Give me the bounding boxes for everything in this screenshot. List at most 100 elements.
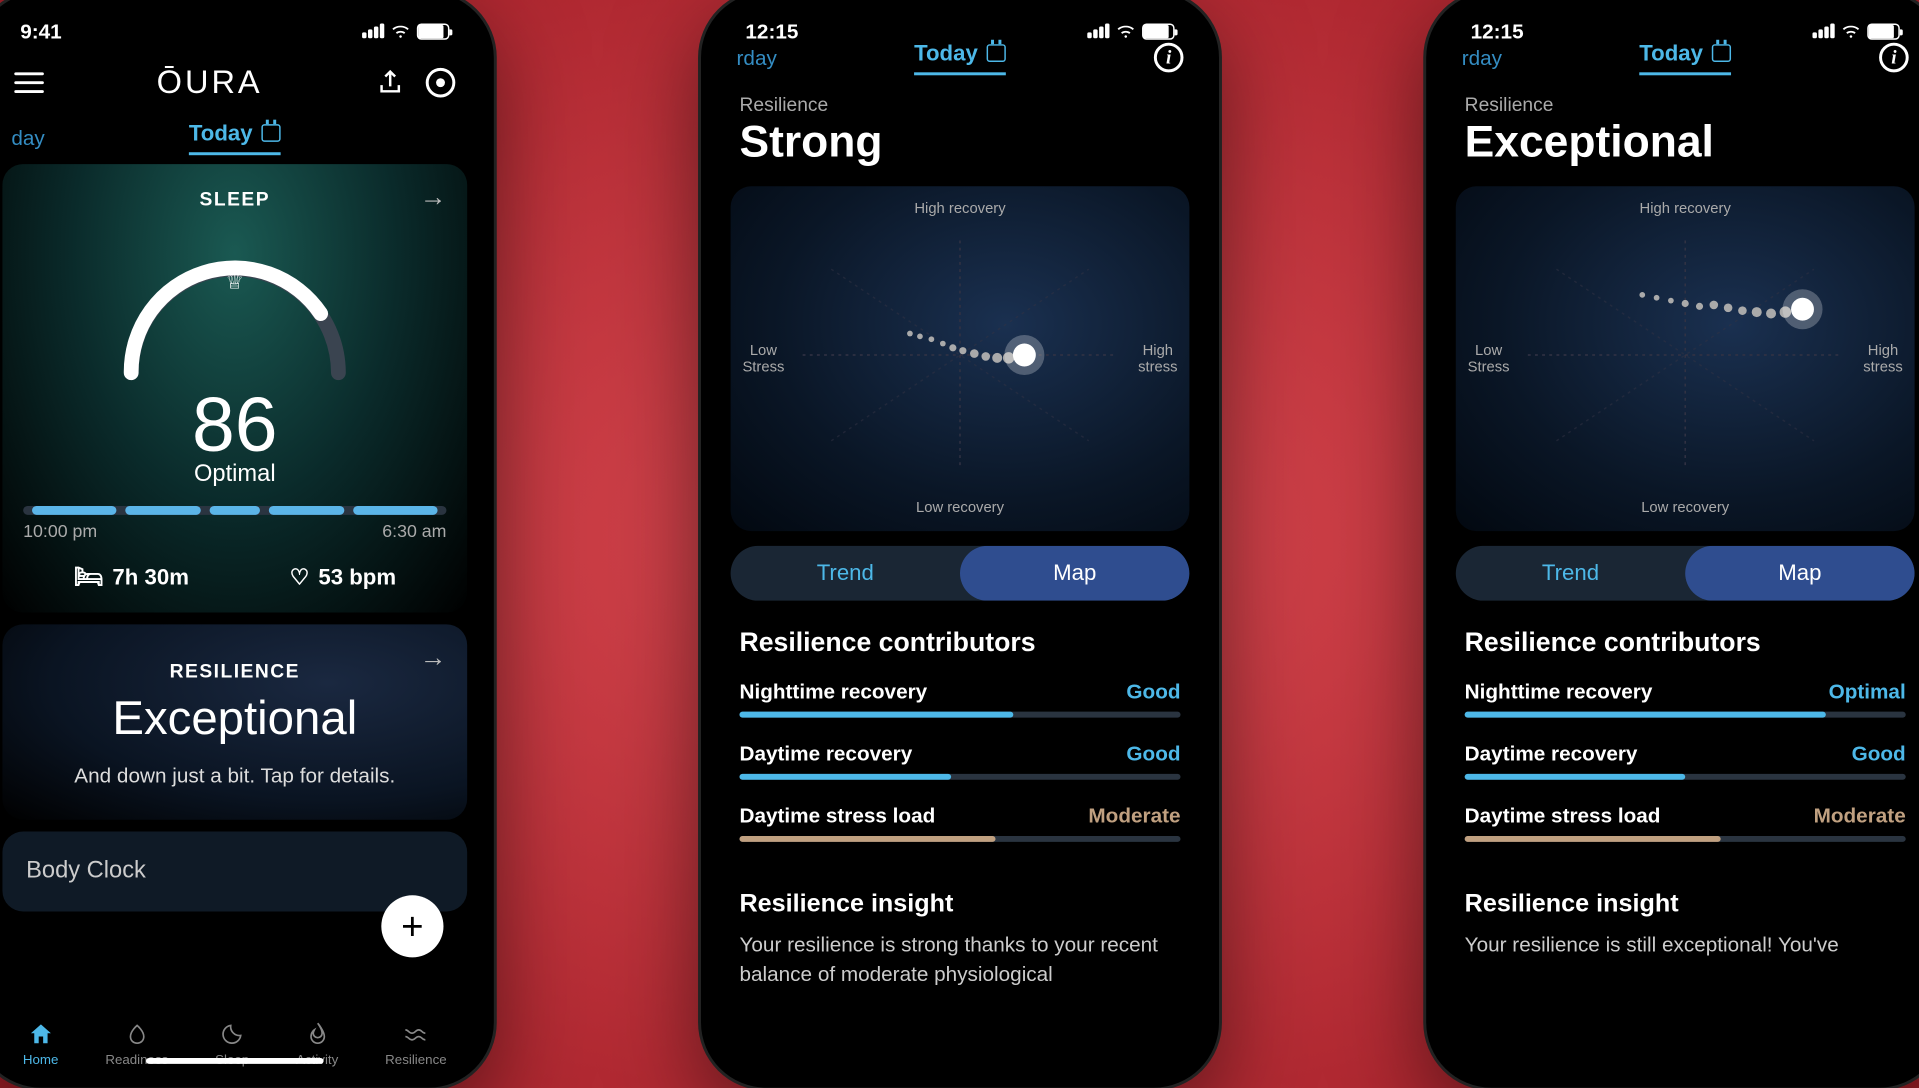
resilience-subtitle: And down just a bit. Tap for details. xyxy=(23,763,446,787)
resilience-label: Resilience xyxy=(739,93,1180,115)
map-chart xyxy=(745,207,1174,503)
calendar-icon xyxy=(1711,44,1730,62)
today-label: Today xyxy=(188,120,252,145)
contributor-row[interactable]: Nighttime recoveryGood xyxy=(739,679,1180,717)
chevron-right-icon: → xyxy=(419,642,446,673)
day-nav: rday Today i xyxy=(715,49,1203,73)
crown-icon: ♕ xyxy=(225,269,244,294)
home-indicator[interactable] xyxy=(145,1058,323,1064)
resilience-value: Exceptional xyxy=(1464,118,1905,168)
wifi-icon xyxy=(1115,21,1136,42)
today-label: Today xyxy=(1639,40,1703,65)
sleep-arc-chart xyxy=(101,225,367,388)
resilience-value: Strong xyxy=(739,118,1180,168)
contributor-row[interactable]: Daytime recoveryGood xyxy=(739,741,1180,779)
heart-icon: ♡ xyxy=(289,564,309,591)
contributor-row[interactable]: Daytime recoveryGood xyxy=(1464,741,1905,779)
brand-logo: ŌURA xyxy=(156,63,262,101)
moon-icon xyxy=(217,1021,247,1048)
map-label-top: High recovery xyxy=(914,201,1005,217)
bed-icon: 🛏 xyxy=(73,562,103,592)
battery-icon xyxy=(1142,23,1175,39)
phone-3: 12:15 rday Today i Resilience Exceptiona… xyxy=(1426,0,1919,1088)
insight-title: Resilience insight xyxy=(739,889,1180,919)
map-label-bottom: Low recovery xyxy=(1641,500,1729,516)
today-label: Today xyxy=(914,40,978,65)
record-icon[interactable] xyxy=(425,68,455,98)
insight-title: Resilience insight xyxy=(1464,889,1905,919)
contributor-row[interactable]: Nighttime recoveryOptimal xyxy=(1464,679,1905,717)
today-tab[interactable]: Today xyxy=(188,120,280,154)
map-label-bottom: Low recovery xyxy=(915,500,1003,516)
map-label-top: High recovery xyxy=(1639,201,1730,217)
status-time: 12:15 xyxy=(745,19,798,43)
sleep-title: SLEEP xyxy=(23,188,446,210)
bodyclock-title: Body Clock xyxy=(26,858,146,883)
contributor-row[interactable]: Daytime stress loadModerate xyxy=(1464,803,1905,841)
resilience-card[interactable]: → RESILIENCE Exceptional And down just a… xyxy=(2,624,467,819)
sleep-timeline xyxy=(23,506,446,515)
wifi-icon xyxy=(1840,21,1861,42)
wifi-icon xyxy=(390,21,411,42)
sleep-start-time: 10:00 pm xyxy=(23,521,97,542)
insight-section: Resilience insight Your resilience is st… xyxy=(1441,874,1919,974)
resilience-map: High recovery Low recovery Low Stress Hi… xyxy=(730,186,1189,531)
battery-icon xyxy=(416,23,449,39)
contributors-title: Resilience contributors xyxy=(739,627,1180,658)
sleep-rating: Optimal xyxy=(23,462,446,489)
today-tab[interactable]: Today xyxy=(914,40,1006,74)
toggle-map[interactable]: Map xyxy=(1685,546,1914,601)
calendar-icon xyxy=(986,44,1005,62)
toggle-map[interactable]: Map xyxy=(960,546,1189,601)
yesterday-link[interactable]: rday xyxy=(736,46,776,70)
map-chart xyxy=(1470,207,1899,503)
sleep-card[interactable]: → SLEEP ♕ 86 Optimal 10:00 pm 6:30 am 🛏7… xyxy=(2,164,467,612)
day-nav: rday Today i xyxy=(1441,49,1919,73)
screen-2: 12:15 rday Today i Resilience Strong Hig… xyxy=(715,7,1203,1073)
day-nav: day Today xyxy=(0,117,479,164)
home-icon xyxy=(25,1021,55,1048)
view-toggle: Trend Map xyxy=(1455,546,1914,601)
sleep-duration: 7h 30m xyxy=(112,564,189,589)
leaf-icon xyxy=(121,1021,151,1048)
menu-icon[interactable] xyxy=(14,72,44,93)
sleep-bpm: 53 bpm xyxy=(318,564,396,589)
contributors-section: Resilience contributors Nighttime recove… xyxy=(1441,601,1919,875)
phone-2: 12:15 rday Today i Resilience Strong Hig… xyxy=(701,0,1219,1088)
contributor-row[interactable]: Daytime stress loadModerate xyxy=(739,803,1180,841)
signal-icon xyxy=(1812,23,1834,38)
nav-resilience[interactable]: Resilience xyxy=(385,1021,446,1067)
today-tab[interactable]: Today xyxy=(1639,40,1731,74)
resilience-value: Exceptional xyxy=(23,691,446,746)
signal-icon xyxy=(1087,23,1109,38)
add-button[interactable]: + xyxy=(381,895,443,957)
toggle-trend[interactable]: Trend xyxy=(1455,546,1684,601)
resilience-title: RESILIENCE xyxy=(23,660,446,682)
screen-1: 9:41 ŌURA day Today → SLEEP ♕ 86 Optimal xyxy=(0,7,479,1073)
share-icon[interactable] xyxy=(375,68,405,98)
info-icon[interactable]: i xyxy=(1153,43,1183,73)
wave-icon xyxy=(401,1021,431,1048)
calendar-icon xyxy=(261,124,280,142)
battery-icon xyxy=(1867,23,1900,39)
yesterday-link[interactable]: rday xyxy=(1461,46,1501,70)
signal-icon xyxy=(362,23,384,38)
yesterday-link[interactable]: day xyxy=(11,126,44,150)
insight-section: Resilience insight Your resilience is st… xyxy=(715,874,1203,1003)
contributors-title: Resilience contributors xyxy=(1464,627,1905,658)
info-icon[interactable]: i xyxy=(1879,43,1909,73)
chevron-right-icon: → xyxy=(419,182,446,213)
map-label-right: High stress xyxy=(1863,342,1902,375)
resilience-map: High recovery Low recovery Low Stress Hi… xyxy=(1455,186,1914,531)
resilience-label: Resilience xyxy=(1464,93,1905,115)
status-time: 9:41 xyxy=(20,19,61,43)
status-bar: 9:41 xyxy=(0,7,479,48)
map-label-right: High stress xyxy=(1138,342,1177,375)
toggle-trend[interactable]: Trend xyxy=(730,546,959,601)
sleep-score: 86 xyxy=(23,382,446,471)
screen-3: 12:15 rday Today i Resilience Exceptiona… xyxy=(1441,7,1919,1073)
view-toggle: Trend Map xyxy=(730,546,1189,601)
nav-home[interactable]: Home xyxy=(22,1021,58,1067)
phone-1: 9:41 ŌURA day Today → SLEEP ♕ 86 Optimal xyxy=(0,0,493,1088)
contributors-section: Resilience contributors Nighttime recove… xyxy=(715,601,1203,875)
